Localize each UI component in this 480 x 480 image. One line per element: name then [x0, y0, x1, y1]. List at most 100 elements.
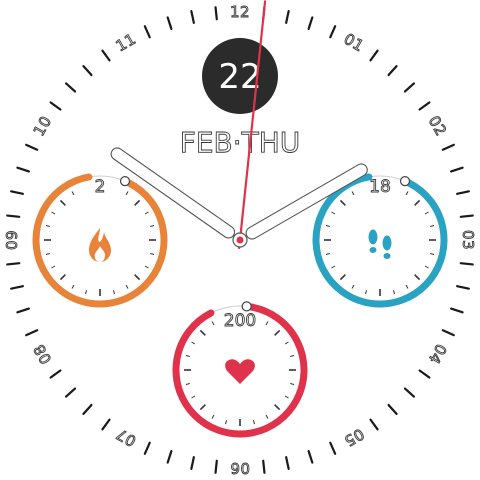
minute-tick: [214, 459, 218, 474]
minute-hand: [245, 163, 368, 240]
flame-icon: [89, 228, 111, 262]
scale-tick: [125, 284, 129, 289]
minute-tick: [166, 16, 173, 30]
scale-tick: [351, 191, 355, 196]
minute-tick: [285, 456, 290, 470]
scale-tick: [290, 355, 295, 358]
minute-tick: [403, 387, 415, 398]
scale-tick: [211, 414, 215, 419]
date-badge[interactable]: 22: [202, 38, 278, 114]
scale-tick: [265, 414, 269, 419]
scale-tick: [191, 341, 196, 345]
scale-tick: [265, 321, 269, 326]
scale-tick: [424, 265, 429, 269]
scale-tick: [284, 341, 289, 345]
scale-tick: [392, 290, 395, 295]
hour-numeral: 10: [30, 113, 56, 139]
minute-tick: [65, 82, 77, 93]
scale-tick: [45, 252, 50, 255]
heart-rate-complication[interactable]: 200: [172, 301, 308, 438]
minute-tick: [450, 166, 464, 173]
minute-tick: [418, 101, 431, 111]
scale-tick: [414, 199, 421, 206]
minute-tick: [459, 214, 474, 218]
steps-complication[interactable]: 18: [312, 173, 448, 308]
scale-tick: [430, 225, 435, 228]
scale-tick: [351, 284, 355, 289]
hour-numeral: 02: [425, 113, 451, 139]
scale-tick: [134, 199, 141, 206]
minute-tick: [25, 329, 39, 337]
hour-numeral: 08: [30, 341, 56, 367]
steps-scale-ticks: [324, 191, 436, 296]
minute-tick: [403, 82, 415, 93]
hour-numeral: 05: [341, 425, 367, 451]
scale-tick: [51, 211, 56, 215]
minute-tick: [6, 214, 21, 218]
heart-icon: [225, 359, 255, 384]
scale-tick: [430, 252, 435, 255]
hour-numeral: 03: [459, 230, 477, 250]
scale-tick: [185, 355, 190, 358]
minute-tick: [25, 143, 39, 151]
scale-tick: [191, 395, 196, 399]
minute-tick: [329, 441, 337, 455]
minute-tick: [441, 329, 455, 337]
scale-tick: [274, 404, 281, 411]
minute-tick: [10, 285, 24, 290]
scale-tick: [150, 252, 155, 255]
minute-tick: [387, 65, 398, 77]
scale-tick: [414, 274, 421, 281]
scale-tick: [405, 284, 409, 289]
scale-tick: [252, 420, 255, 425]
minute-tick: [190, 10, 195, 24]
scale-tick: [424, 211, 429, 215]
minute-tick: [262, 459, 266, 474]
minute-tick: [387, 403, 398, 415]
calories-value: 2: [95, 177, 106, 197]
minute-tick: [10, 190, 24, 195]
scale-tick: [144, 265, 149, 269]
minute-tick: [285, 10, 290, 24]
scale-tick: [331, 211, 336, 215]
minute-tick: [16, 166, 30, 173]
scale-tick: [339, 199, 346, 206]
minute-tick: [450, 307, 464, 314]
heart-rate-progress-knob: [241, 301, 252, 312]
hour-numeral: 09: [3, 230, 21, 250]
scale-tick: [144, 211, 149, 215]
scale-tick: [150, 225, 155, 228]
hour-numeral: 01: [341, 30, 367, 56]
scale-tick: [59, 199, 66, 206]
scale-tick: [211, 321, 215, 326]
scale-tick: [339, 274, 346, 281]
minute-tick: [456, 190, 470, 195]
scale-tick: [71, 191, 75, 196]
minute-tick: [214, 6, 218, 21]
minute-tick: [143, 25, 151, 39]
minute-tick: [307, 16, 314, 30]
scale-tick: [274, 329, 281, 336]
minute-tick: [369, 49, 379, 62]
minute-tick: [369, 418, 379, 431]
minute-tick: [441, 143, 455, 151]
scale-tick: [199, 329, 206, 336]
scale-tick: [284, 395, 289, 399]
scale-tick: [325, 225, 330, 228]
scale-tick: [365, 290, 368, 295]
hour-numeral: 07: [113, 425, 139, 451]
hour-numeral: 11: [113, 30, 139, 56]
hour-numeral: 12: [230, 3, 250, 21]
scale-tick: [59, 274, 66, 281]
calories-complication[interactable]: 2: [32, 173, 168, 308]
scale-tick: [125, 191, 129, 196]
scale-tick: [45, 225, 50, 228]
minute-tick: [190, 456, 195, 470]
minute-tick: [101, 49, 111, 62]
scale-tick: [199, 404, 206, 411]
scale-tick: [290, 382, 295, 385]
scale-tick: [134, 274, 141, 281]
minute-tick: [166, 450, 173, 464]
footsteps-icon: [368, 229, 392, 259]
minute-tick: [418, 369, 431, 379]
